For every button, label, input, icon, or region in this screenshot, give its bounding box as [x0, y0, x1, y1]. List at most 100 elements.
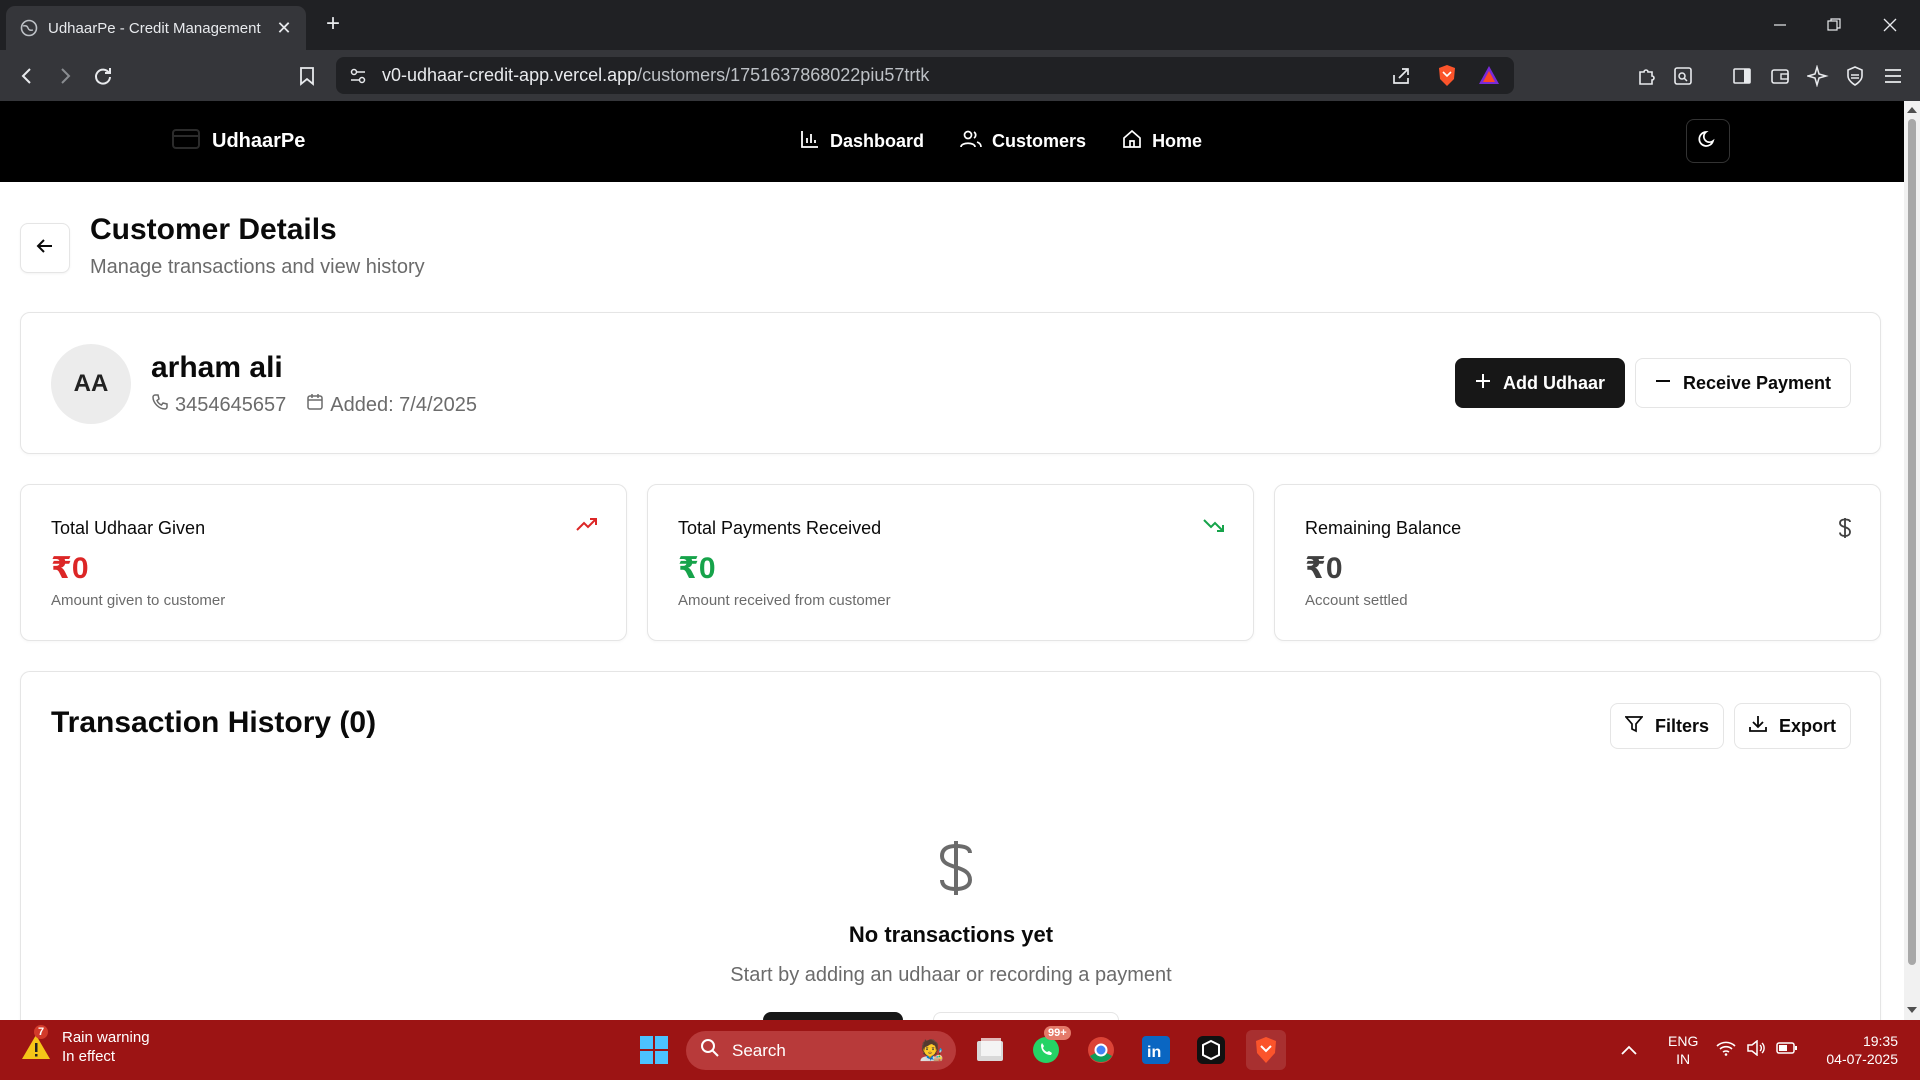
svg-text:in: in	[1147, 1044, 1161, 1061]
brand[interactable]: UdhaarPe	[172, 101, 305, 182]
site-settings-icon[interactable]	[348, 66, 368, 91]
linkedin-icon[interactable]: in	[1136, 1030, 1176, 1070]
arrow-left-icon	[36, 238, 54, 259]
leo-ai-icon[interactable]	[1803, 61, 1833, 91]
brave-shields-icon[interactable]	[1436, 64, 1458, 93]
empty-state-subtitle: Start by adding an udhaar or recording a…	[730, 964, 1172, 986]
trending-down-icon	[1203, 517, 1225, 538]
whatsapp-icon[interactable]: 99+	[1026, 1026, 1071, 1070]
weather-subtitle: In effect	[62, 1048, 116, 1065]
globe-icon	[20, 19, 38, 37]
reload-icon[interactable]	[88, 61, 118, 91]
bar-chart-icon	[800, 129, 820, 154]
customer-card: AA arham ali 3454645657 Added: 7/4/2025 …	[20, 312, 1881, 454]
stat-card-payments: Total Payments Received ₹0 Amount receiv…	[647, 484, 1254, 641]
nav-home[interactable]: Home	[1122, 129, 1202, 154]
receive-payment-button[interactable]: Receive Payment	[1635, 358, 1851, 408]
tab-title: UdhaarPe - Credit Management	[48, 19, 261, 37]
wifi-icon	[1716, 1040, 1736, 1061]
new-tab-icon[interactable]: +	[320, 12, 346, 38]
weather-badge: 7	[34, 1025, 49, 1039]
scroll-up-icon[interactable]	[1907, 107, 1917, 113]
filters-button[interactable]: Filters	[1610, 703, 1724, 749]
search-icon	[700, 1038, 720, 1063]
stat-title: Remaining Balance	[1305, 518, 1462, 538]
date: 04-07-2025	[1826, 1051, 1898, 1067]
reader-mode-icon[interactable]	[1668, 61, 1698, 91]
receive-payment-label: Receive Payment	[1682, 372, 1832, 393]
taskbar: 7 Rain warning In effect Search 🧑‍🎨 99+ …	[0, 1020, 1920, 1080]
share-icon[interactable]	[1390, 65, 1412, 92]
nav-customers[interactable]: Customers	[960, 129, 1086, 154]
browser-toolbar: v0-udhaar-credit-app.vercel.app/customer…	[0, 50, 1920, 101]
nav-dashboard[interactable]: Dashboard	[800, 129, 924, 154]
file-explorer-icon[interactable]	[970, 1030, 1010, 1070]
vpn-icon[interactable]	[1840, 61, 1870, 91]
filters-label: Filters	[1654, 715, 1710, 736]
url-path: /customers/1751637868022piu57trtk	[637, 65, 930, 85]
stat-value: ₹0	[51, 552, 89, 585]
language-indicator[interactable]: ENG IN	[1668, 1020, 1698, 1080]
browser-tab[interactable]: UdhaarPe - Credit Management ✕	[6, 6, 306, 50]
customer-phone: 3454645657	[175, 393, 287, 416]
nav-customers-label: Customers	[992, 131, 1087, 151]
plus-icon	[1475, 373, 1491, 394]
forward-nav-icon[interactable]	[50, 61, 80, 91]
stat-card-balance: Remaining Balance ₹0 Account settled	[1274, 484, 1881, 641]
restore-icon[interactable]	[1806, 0, 1862, 50]
sidebar-toggle-icon[interactable]	[1727, 61, 1757, 91]
stat-description: Amount given to customer	[51, 592, 226, 609]
page-subtitle: Manage transactions and view history	[90, 256, 425, 278]
clock[interactable]: 19:35 04-07-2025	[1818, 1020, 1898, 1080]
brave-rewards-icon[interactable]	[1478, 65, 1500, 90]
dollar-empty-icon	[931, 838, 981, 898]
weather-widget[interactable]: 7 Rain warning In effect	[20, 1025, 150, 1066]
taskbar-search[interactable]: Search 🧑‍🎨	[686, 1031, 956, 1070]
back-button[interactable]	[20, 223, 70, 273]
scrollbar-thumb[interactable]	[1908, 119, 1916, 965]
back-nav-icon[interactable]	[12, 61, 42, 91]
avatar: AA	[51, 344, 131, 424]
windows-start-icon[interactable]	[634, 1030, 674, 1070]
show-hidden-icons[interactable]	[1620, 1020, 1638, 1080]
bookmark-icon[interactable]	[292, 61, 322, 91]
brave-taskbar-icon[interactable]	[1246, 1030, 1286, 1070]
add-udhaar-button[interactable]: Add Udhaar	[1455, 358, 1625, 408]
search-placeholder: Search	[732, 1040, 786, 1060]
home-icon	[1122, 129, 1142, 154]
menu-icon[interactable]	[1878, 61, 1908, 91]
minimize-icon[interactable]	[1752, 0, 1808, 50]
page-scrollbar[interactable]	[1904, 101, 1920, 1020]
main-nav: Dashboard Customers Home	[800, 101, 1202, 182]
volume-icon	[1746, 1038, 1766, 1061]
dollar-icon	[1838, 517, 1852, 544]
moon-icon	[1698, 129, 1718, 154]
theme-toggle-button[interactable]	[1686, 119, 1730, 163]
brand-name: UdhaarPe	[212, 130, 306, 152]
app-cube-icon[interactable]	[1191, 1030, 1231, 1070]
filter-icon	[1624, 715, 1644, 738]
close-window-icon[interactable]	[1862, 0, 1918, 50]
export-button[interactable]: Export	[1734, 703, 1851, 749]
added-date: Added: 7/4/2025	[306, 393, 477, 417]
credit-card-icon	[172, 128, 200, 156]
customer-meta: 3454645657 Added: 7/4/2025	[151, 393, 477, 417]
stat-title: Total Udhaar Given	[51, 518, 206, 538]
calendar-icon	[306, 393, 324, 417]
chrome-icon[interactable]	[1081, 1030, 1121, 1070]
system-tray[interactable]	[1716, 1020, 1798, 1080]
nav-home-label: Home	[1152, 131, 1203, 151]
extensions-icon[interactable]	[1632, 61, 1662, 91]
nav-dashboard-label: Dashboard	[830, 131, 925, 151]
url-host: v0-udhaar-credit-app.vercel.app	[382, 65, 638, 85]
customer-added: Added: 7/4/2025	[330, 393, 478, 416]
download-icon	[1749, 715, 1767, 738]
stat-value: ₹0	[678, 552, 716, 585]
address-bar[interactable]: v0-udhaar-credit-app.vercel.app/customer…	[336, 57, 1514, 94]
battery-icon	[1776, 1041, 1798, 1060]
scroll-down-icon[interactable]	[1907, 1007, 1917, 1013]
url-text: v0-udhaar-credit-app.vercel.app/customer…	[382, 57, 929, 94]
wallet-icon[interactable]	[1765, 61, 1795, 91]
close-tab-icon[interactable]: ✕	[272, 16, 296, 40]
page-title: Customer Details	[90, 213, 337, 246]
